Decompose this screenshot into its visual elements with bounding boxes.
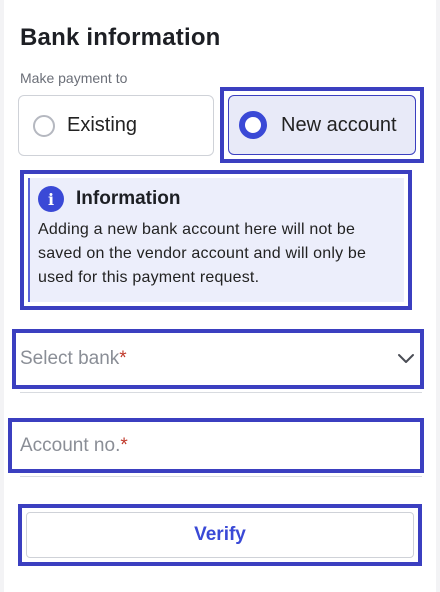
radio-option-existing[interactable]: Existing	[18, 95, 214, 156]
verify-button-highlight: Verify	[18, 504, 422, 566]
information-box-highlight: i Information Adding a new bank account …	[20, 170, 412, 310]
radio-label-new-account: New account	[281, 113, 397, 136]
account-number-input[interactable]: Account no. *	[8, 418, 424, 473]
radio-option-new-account[interactable]: New account	[228, 95, 416, 155]
radio-unselected-icon[interactable]	[33, 114, 55, 137]
select-bank-placeholder: Select bank	[20, 348, 120, 369]
account-number-placeholder: Account no.	[20, 434, 121, 456]
chevron-down-icon[interactable]	[396, 348, 416, 368]
radio-label-existing: Existing	[67, 114, 138, 136]
radio-option-new-account-highlight: New account	[220, 87, 424, 163]
make-payment-label: Make payment to	[20, 70, 128, 86]
information-title: Information	[76, 188, 181, 209]
radio-selected-icon[interactable]	[239, 111, 267, 139]
information-box: i Information Adding a new bank account …	[28, 178, 404, 302]
account-number-underline	[20, 476, 422, 477]
required-marker: *	[120, 434, 128, 456]
select-bank-dropdown[interactable]: Select bank *	[12, 329, 424, 389]
required-marker: *	[119, 348, 127, 369]
select-bank-underline	[20, 392, 422, 393]
info-icon: i	[38, 186, 64, 212]
verify-button[interactable]: Verify	[26, 512, 414, 558]
information-body: Adding a new bank account here will not …	[38, 221, 367, 286]
section-title: Bank information	[20, 24, 221, 51]
